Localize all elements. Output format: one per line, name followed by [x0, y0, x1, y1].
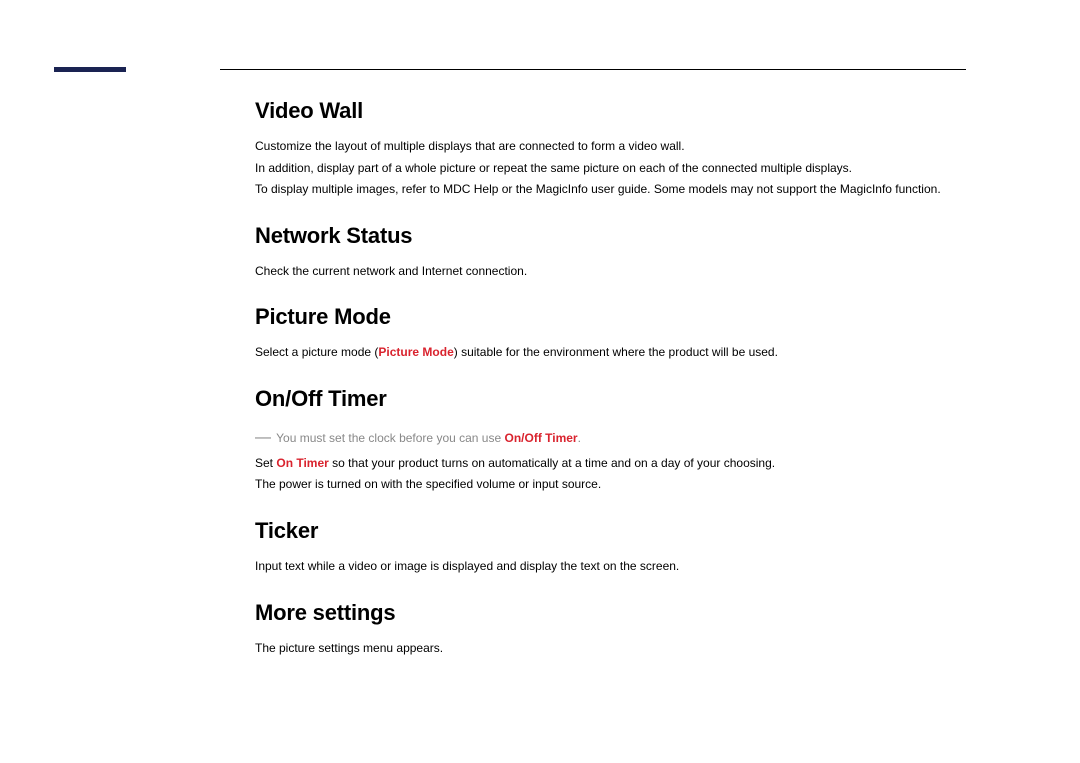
- paragraph: Check the current network and Internet c…: [255, 261, 966, 283]
- body-picture-mode: Select a picture mode (Picture Mode) sui…: [255, 342, 966, 364]
- heading-network-status: Network Status: [255, 223, 966, 249]
- note-text: .: [578, 431, 581, 445]
- section-on-off-timer: On/Off Timer ― You must set the clock be…: [255, 386, 966, 496]
- paragraph: The picture settings menu appears.: [255, 638, 966, 660]
- paragraph: Input text while a video or image is dis…: [255, 556, 966, 578]
- paragraph: Customize the layout of multiple display…: [255, 136, 966, 158]
- bold-term: Picture Mode: [378, 345, 453, 359]
- paragraph: Set On Timer so that your product turns …: [255, 453, 966, 475]
- bold-term: On Timer: [276, 456, 328, 470]
- top-rule: [220, 69, 966, 70]
- text: so that your product turns on automatica…: [329, 456, 775, 470]
- heading-picture-mode: Picture Mode: [255, 304, 966, 330]
- section-video-wall: Video Wall Customize the layout of multi…: [255, 98, 966, 201]
- note-text: You must set the clock before you can us…: [276, 431, 504, 445]
- body-on-off-timer: Set On Timer so that your product turns …: [255, 453, 966, 496]
- text: ) suitable for the environment where the…: [454, 345, 778, 359]
- section-more-settings: More settings The picture settings menu …: [255, 600, 966, 660]
- text: Select a picture mode (: [255, 345, 378, 359]
- section-picture-mode: Picture Mode Select a picture mode (Pict…: [255, 304, 966, 364]
- paragraph: The power is turned on with the specifie…: [255, 474, 966, 496]
- heading-more-settings: More settings: [255, 600, 966, 626]
- note: ― You must set the clock before you can …: [255, 424, 966, 453]
- paragraph: To display multiple images, refer to MDC…: [255, 179, 966, 201]
- bold-term: On/Off Timer: [504, 431, 577, 445]
- heading-on-off-timer: On/Off Timer: [255, 386, 966, 412]
- body-more-settings: The picture settings menu appears.: [255, 638, 966, 660]
- text: Set: [255, 456, 276, 470]
- body-ticker: Input text while a video or image is dis…: [255, 556, 966, 578]
- heading-video-wall: Video Wall: [255, 98, 966, 124]
- document-content: Video Wall Customize the layout of multi…: [255, 98, 966, 681]
- body-video-wall: Customize the layout of multiple display…: [255, 136, 966, 201]
- paragraph: In addition, display part of a whole pic…: [255, 158, 966, 180]
- side-accent-bar: [54, 67, 126, 72]
- section-network-status: Network Status Check the current network…: [255, 223, 966, 283]
- section-ticker: Ticker Input text while a video or image…: [255, 518, 966, 578]
- heading-ticker: Ticker: [255, 518, 966, 544]
- paragraph: Select a picture mode (Picture Mode) sui…: [255, 342, 966, 364]
- body-network-status: Check the current network and Internet c…: [255, 261, 966, 283]
- note-dash-icon: ―: [255, 429, 271, 446]
